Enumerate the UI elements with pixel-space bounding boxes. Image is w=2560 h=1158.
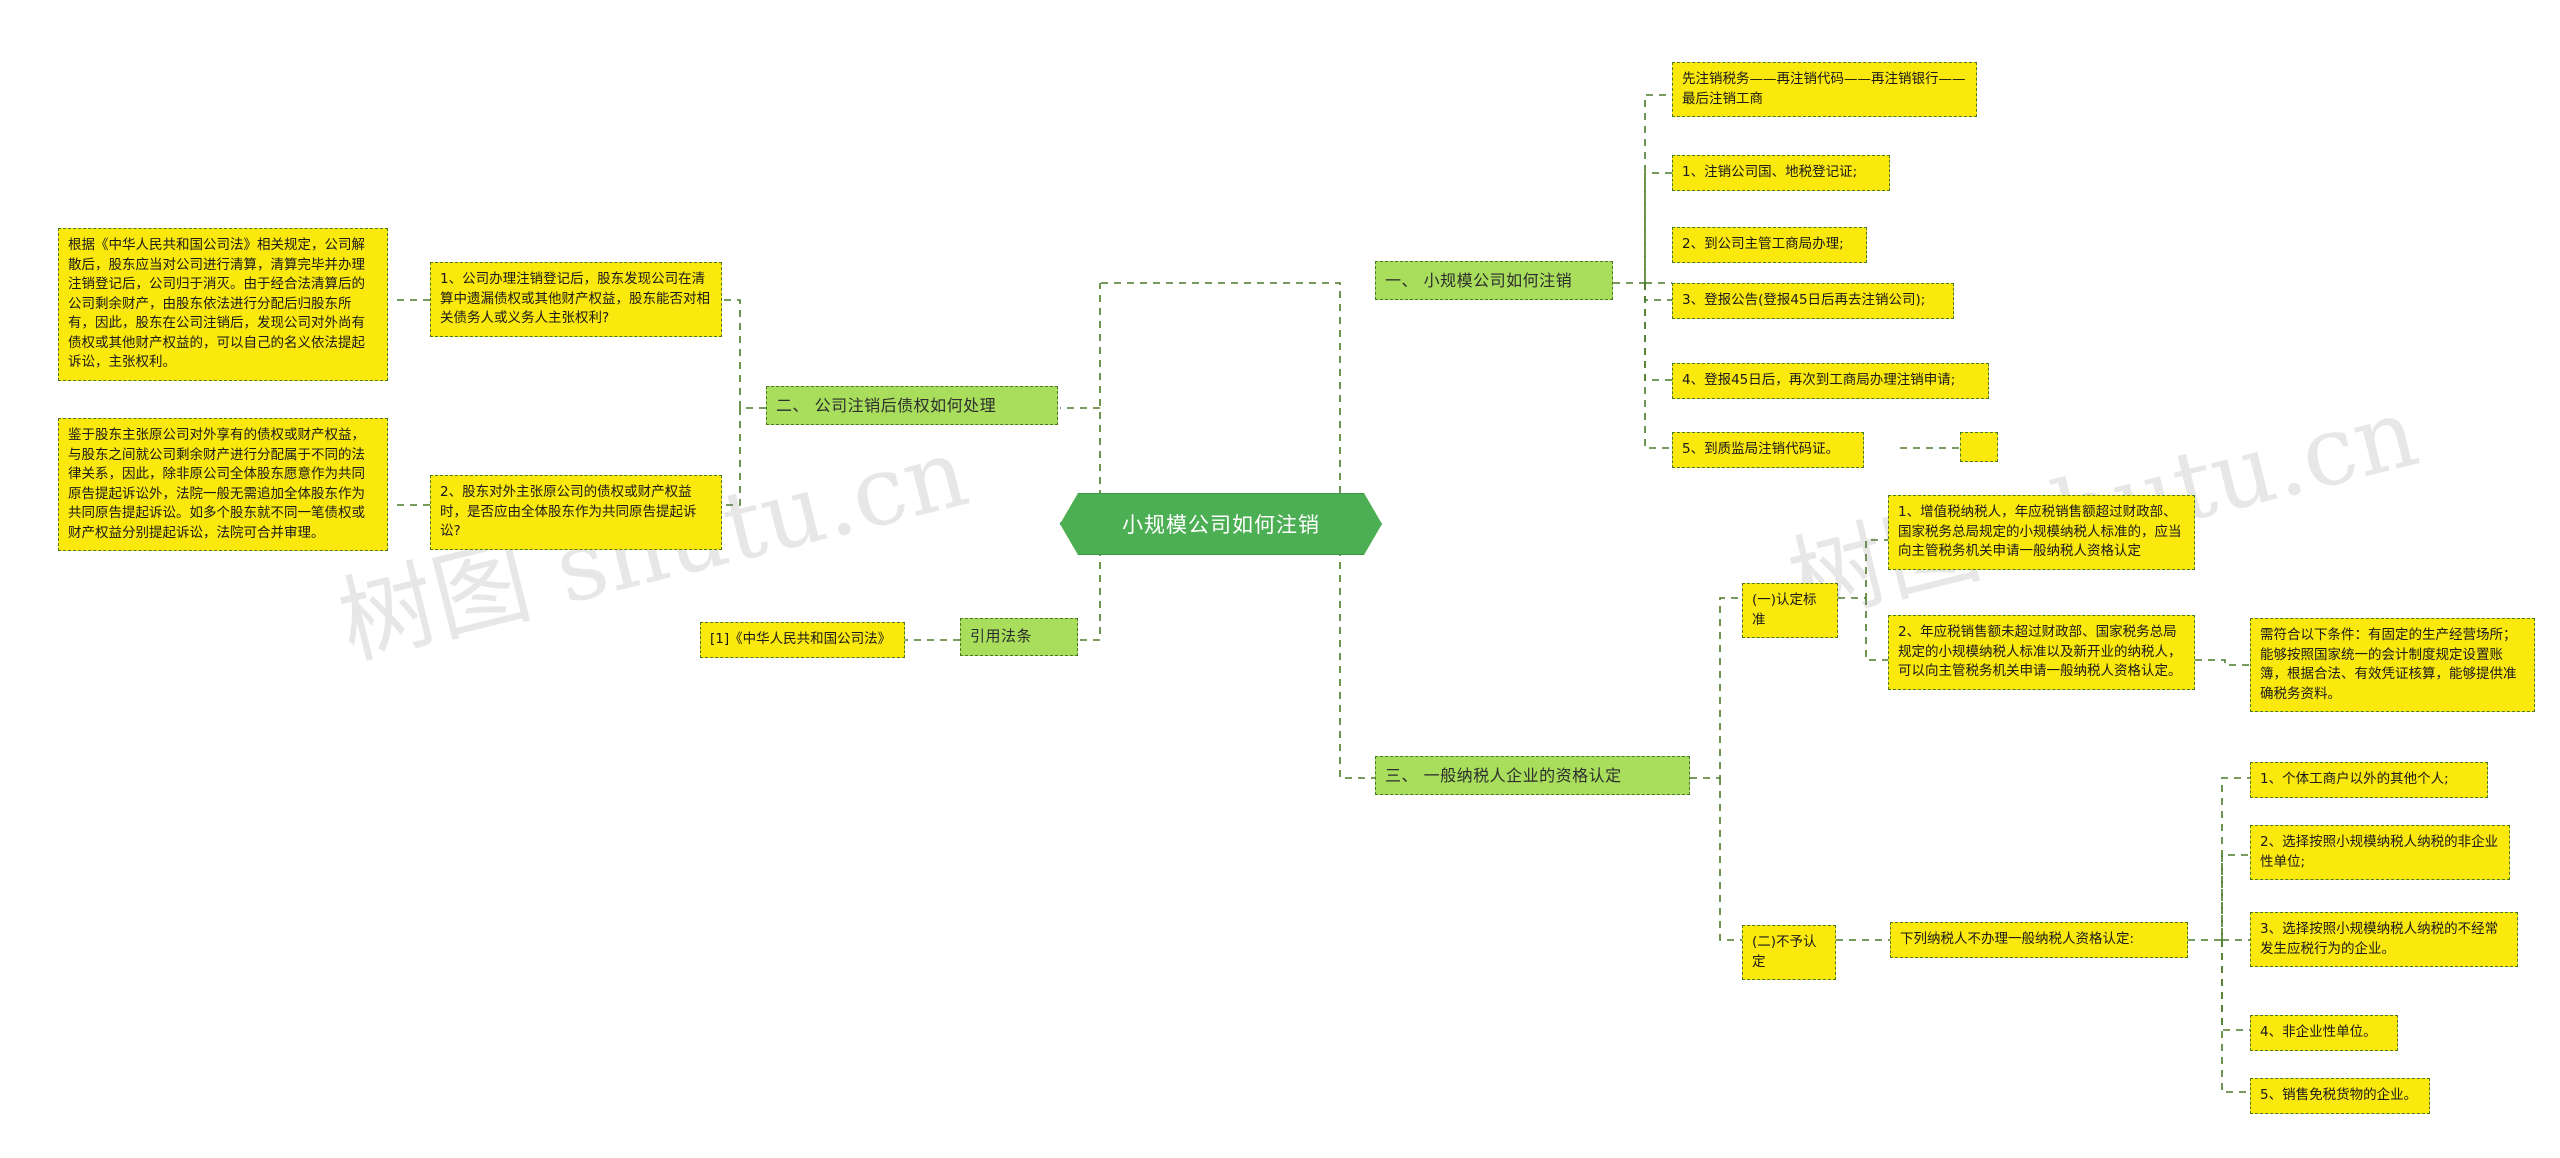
branch-node-law[interactable]: 引用法条 <box>960 618 1078 656</box>
refuse-item-2[interactable]: 3、选择按照小规模纳税人纳税的不经常发生应税行为的企业。 <box>2250 912 2518 968</box>
branch-one-item-2[interactable]: 2、到公司主管工商局办理; <box>1672 227 1867 263</box>
branch-one-item-1[interactable]: 1、注销公司国、地税登记证; <box>1672 155 1890 191</box>
answer-node-1[interactable]: 根据《中华人民共和国公司法》相关规定，公司解散后，股东应当对公司进行清算，清算完… <box>58 228 388 381</box>
branch-one-item-0[interactable]: 先注销税务——再注销代码——再注销银行——最后注销工商 <box>1672 62 1977 118</box>
center-node[interactable]: 小规模公司如何注销 <box>1060 493 1382 555</box>
branch-one-item-4[interactable]: 4、登报45日后，再次到工商局办理注销申请; <box>1672 363 1989 399</box>
standard-item-0[interactable]: 1、增值税纳税人，年应税销售额超过财政部、国家税务总局规定的小规模纳税人标准的，… <box>1888 495 2195 570</box>
refuse-header[interactable]: 下列纳税人不办理一般纳税人资格认定: <box>1890 922 2188 958</box>
branch-node-one[interactable]: 一、 小规模公司如何注销 <box>1375 261 1613 301</box>
branch-node-three[interactable]: 三、 一般纳税人企业的资格认定 <box>1375 756 1690 796</box>
refuse-item-4[interactable]: 5、销售免税货物的企业。 <box>2250 1078 2430 1114</box>
standard-detail[interactable]: 需符合以下条件：有固定的生产经营场所；能够按照国家统一的会计制度规定设置账簿，根… <box>2250 618 2535 713</box>
refuse-item-3[interactable]: 4、非企业性单位。 <box>2250 1015 2398 1051</box>
branch-node-refuse[interactable]: (二)不予认定 <box>1742 925 1836 981</box>
refuse-item-0[interactable]: 1、个体工商户以外的其他个人; <box>2250 762 2488 798</box>
branch-one-item-5-stub <box>1960 432 1998 462</box>
question-node-1[interactable]: 1、公司办理注销登记后，股东发现公司在清算中遗漏债权或其他财产权益，股东能否对相… <box>430 262 722 337</box>
branch-one-item-5[interactable]: 5、到质监局注销代码证。 <box>1672 432 1864 468</box>
branch-node-standard[interactable]: (一)认定标准 <box>1742 583 1838 639</box>
refuse-item-1[interactable]: 2、选择按照小规模纳税人纳税的非企业性单位; <box>2250 825 2510 881</box>
branch-node-two[interactable]: 二、 公司注销后债权如何处理 <box>766 386 1058 426</box>
law-item-0[interactable]: [1]《中华人民共和国公司法》 <box>700 622 905 658</box>
branch-one-item-3[interactable]: 3、登报公告(登报45日后再去注销公司); <box>1672 283 1954 319</box>
standard-item-1[interactable]: 2、年应税销售额未超过财政部、国家税务总局规定的小规模纳税人标准以及新开业的纳税… <box>1888 615 2195 690</box>
mindmap-canvas: 树图 shutu.cn 树图 shutu.cn 小规模公司如何注销 二、 公司注… <box>0 0 2560 1158</box>
question-node-2[interactable]: 2、股东对外主张原公司的债权或财产权益时，是否应由全体股东作为共同原告提起诉讼? <box>430 475 722 550</box>
answer-node-2[interactable]: 鉴于股东主张原公司对外享有的债权或财产权益，与股东之间就公司剩余财产进行分配属于… <box>58 418 388 552</box>
